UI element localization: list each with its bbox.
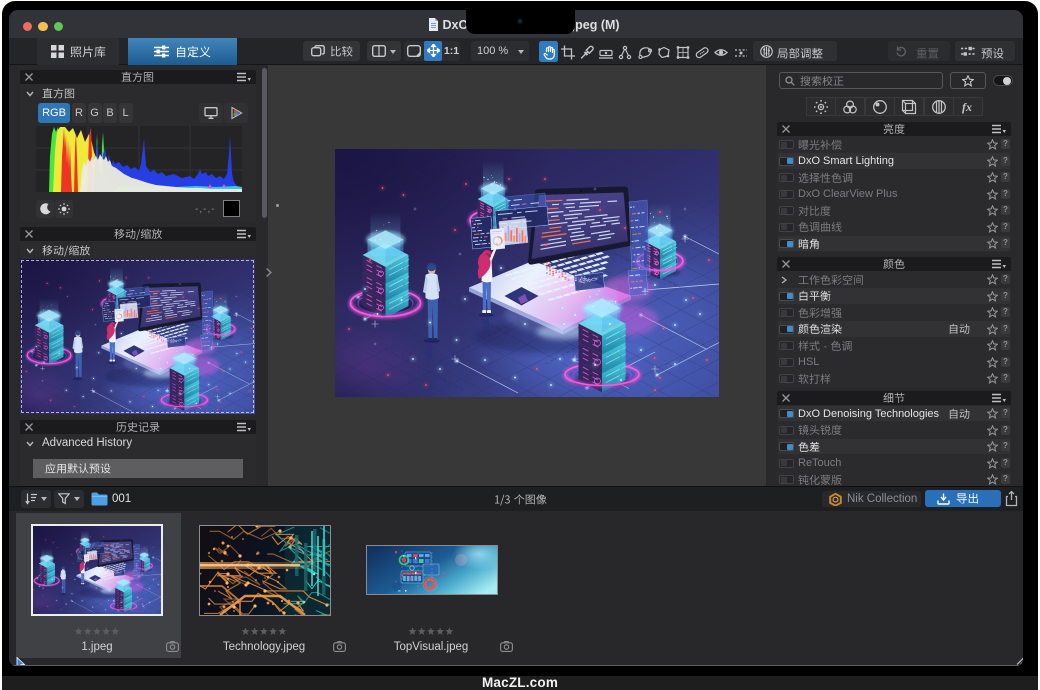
svg-text:fx: fx — [962, 100, 972, 114]
